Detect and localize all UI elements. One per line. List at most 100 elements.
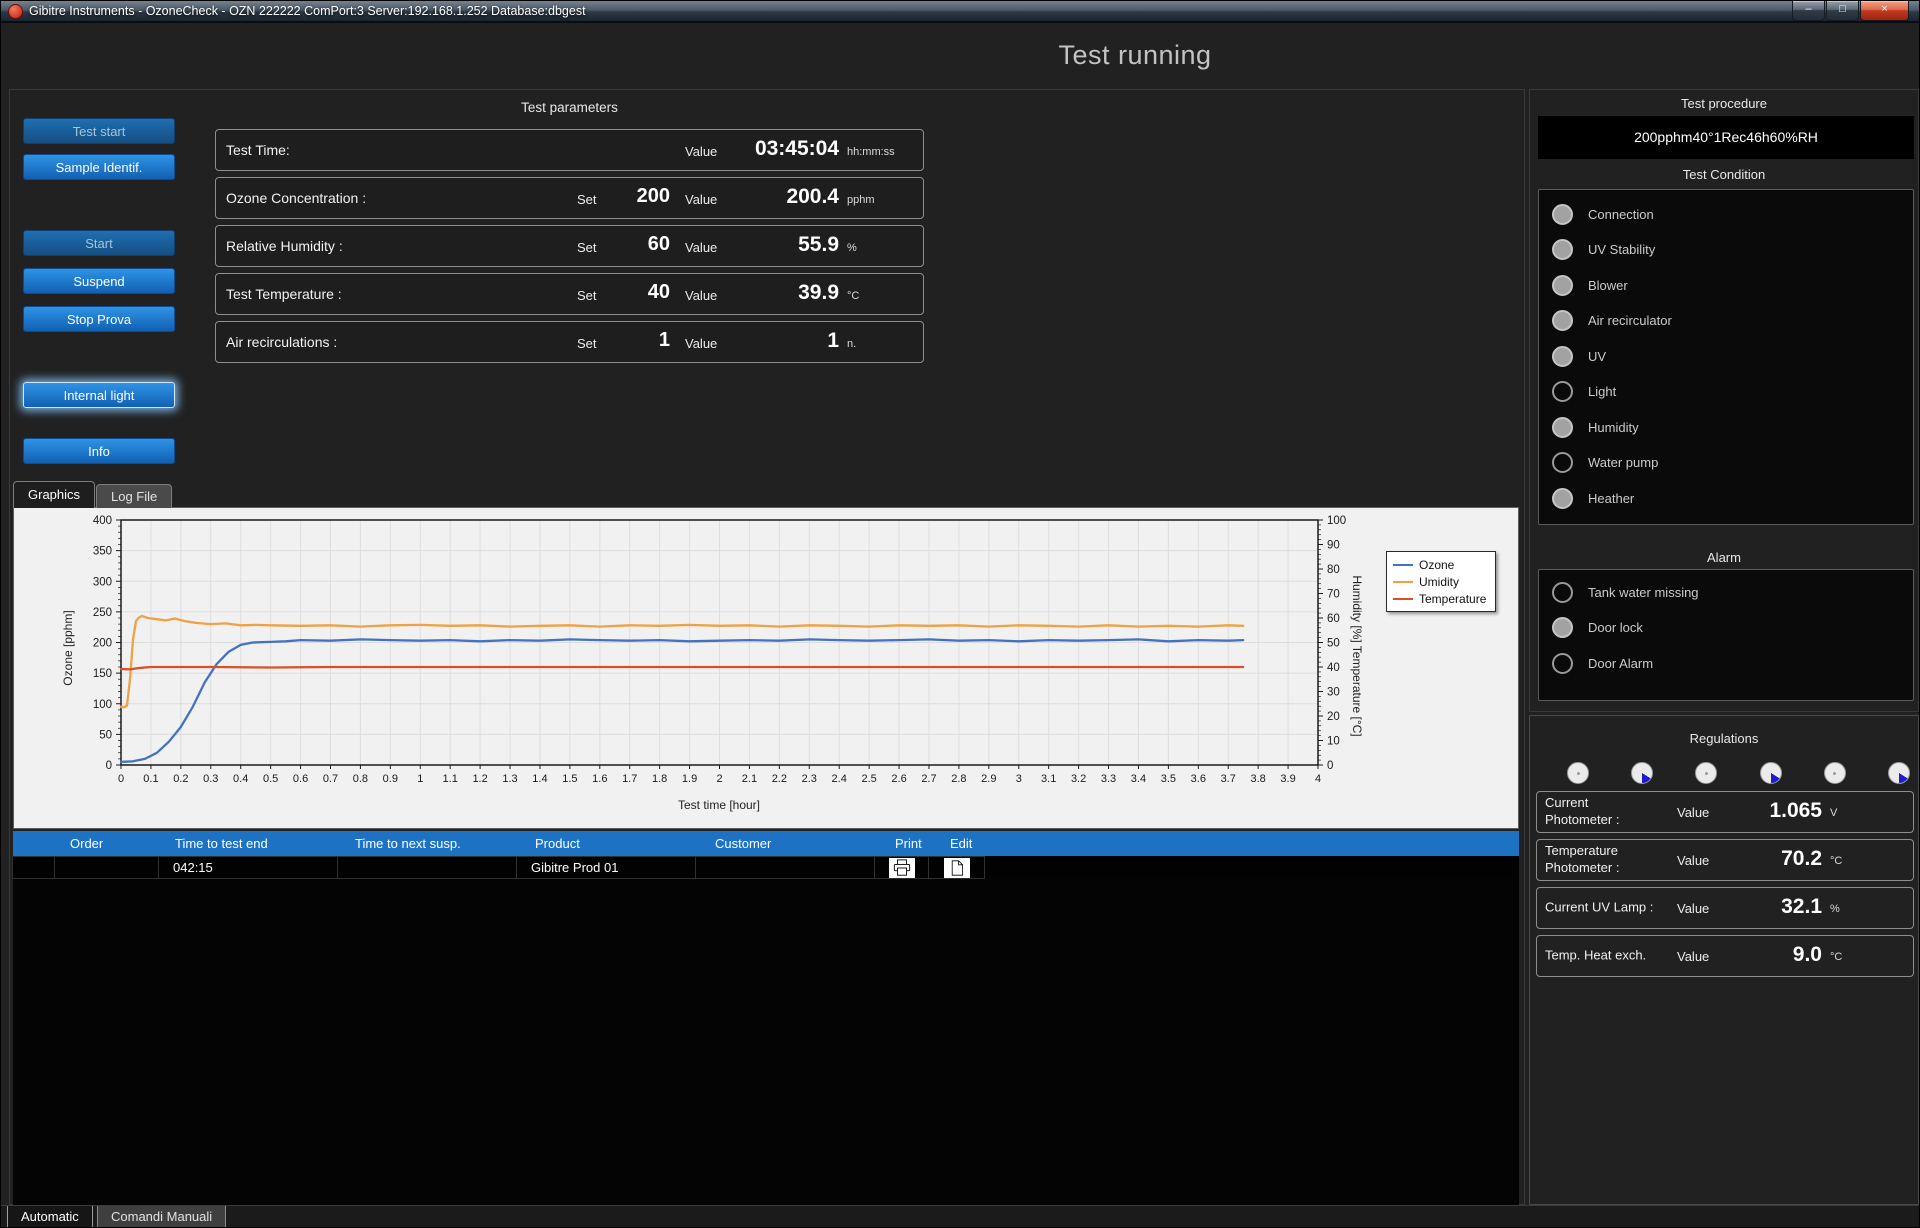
value: 55.9: [694, 233, 839, 257]
svg-text:2.9: 2.9: [981, 773, 996, 785]
series-ozone: [121, 639, 1243, 762]
condition-indicator-icon: [1552, 381, 1573, 402]
alarm-label: Tank water missing: [1588, 585, 1699, 600]
condition-indicator-icon: [1552, 275, 1573, 296]
svg-text:1.9: 1.9: [682, 773, 697, 785]
gauge-dot-icon: [1705, 772, 1708, 775]
unit: °C: [847, 290, 859, 302]
bottom-tab-bar: AutomaticComandi Manuali: [1, 1205, 1920, 1228]
svg-text:60: 60: [1327, 613, 1340, 625]
value-label: Value: [1677, 949, 1709, 964]
condition-item-humidity: Humidity: [1552, 415, 1639, 439]
condition-indicator-icon: [1552, 417, 1573, 438]
condition-item-connection: Connection: [1552, 202, 1654, 226]
test-procedure-title: Test procedure: [1531, 96, 1917, 111]
param-label: Air recirculations :: [226, 334, 337, 350]
app-logo-icon[interactable]: [8, 4, 23, 19]
legend-label: Ozone: [1419, 558, 1454, 572]
svg-text:2.7: 2.7: [921, 773, 936, 785]
tab-graphics[interactable]: Graphics: [13, 481, 95, 508]
svg-text:250: 250: [93, 607, 112, 619]
chart-legend: OzoneUmidityTemperature: [1386, 551, 1496, 612]
table-empty-area: [13, 879, 1519, 1205]
svg-text:0.7: 0.7: [323, 773, 338, 785]
svg-text:3.1: 3.1: [1041, 773, 1056, 785]
svg-text:1: 1: [417, 773, 423, 785]
alarm-item-door-alarm: Door Alarm: [1552, 651, 1653, 675]
svg-text:1.5: 1.5: [562, 773, 577, 785]
header-cell-time-to-next-susp: Time to next susp.: [341, 831, 521, 856]
regulation-row-temperature-photometer: Temperature Photometer :Value70.2°C: [1536, 839, 1914, 881]
header-cell-order: Order: [56, 831, 161, 856]
value: 1: [694, 329, 839, 353]
window-title: Gibitre Instruments - OzoneCheck - OZN 2…: [29, 4, 586, 18]
svg-text:2.4: 2.4: [832, 773, 847, 785]
condition-label: Air recirculator: [1588, 313, 1672, 328]
start-button[interactable]: Start: [23, 230, 175, 256]
value: 9.0: [1712, 943, 1822, 967]
bottom-tab-automatic[interactable]: Automatic: [7, 1206, 93, 1228]
internal-light-button[interactable]: Internal light: [23, 382, 175, 408]
svg-text:0.1: 0.1: [143, 773, 158, 785]
svg-text:0.2: 0.2: [173, 773, 188, 785]
condition-indicator-icon: [1552, 204, 1573, 225]
unit: pphm: [847, 194, 875, 206]
cell-blank: [12, 856, 55, 879]
ozonecheck-window: Gibitre Instruments - OzoneCheck - OZN 2…: [0, 0, 1920, 1228]
cell-customer: [695, 856, 875, 879]
restore-button[interactable]: □: [1826, 1, 1859, 21]
regulation-row-current-uv-lamp: Current UV Lamp :Value32.1%: [1536, 887, 1914, 929]
param-row-test-time: Test Time:Value03:45:04hh:mm:ss: [215, 129, 924, 171]
test-start-button[interactable]: Test start: [23, 118, 175, 144]
header-cell-product: Product: [521, 831, 701, 856]
condition-label: Water pump: [1588, 455, 1658, 470]
value: 32.1: [1712, 895, 1822, 919]
svg-text:3.5: 3.5: [1161, 773, 1176, 785]
close-button[interactable]: ×: [1860, 1, 1909, 21]
svg-text:0.5: 0.5: [263, 773, 278, 785]
condition-label: UV Stability: [1588, 242, 1655, 257]
bottom-tab-comandi-manuali[interactable]: Comandi Manuali: [97, 1206, 226, 1228]
svg-text:10: 10: [1327, 736, 1340, 748]
svg-text:0.9: 0.9: [383, 773, 398, 785]
alarm-label: Door lock: [1588, 620, 1643, 635]
minimize-button[interactable]: –: [1792, 1, 1825, 21]
param-row-ozone-concentration: Ozone Concentration :Set200Value200.4pph…: [215, 177, 924, 219]
value: 70.2: [1712, 847, 1822, 871]
set-value: 40: [594, 281, 670, 304]
cell-product: Gibitre Prod 01: [516, 856, 696, 879]
svg-text:1.7: 1.7: [622, 773, 637, 785]
printer-icon: [892, 859, 912, 877]
alarm-indicator-icon: [1552, 582, 1573, 603]
info-button[interactable]: Info: [23, 438, 175, 464]
suspend-button[interactable]: Suspend: [23, 268, 175, 294]
legend-line-icon: [1393, 564, 1413, 566]
chart-ylabel-right: Humidity [%] Temperature [°C]: [1350, 549, 1364, 763]
edit-button-cell[interactable]: [928, 856, 985, 879]
test-parameters-title: Test parameters: [215, 100, 924, 115]
tab-log-file[interactable]: Log File: [96, 484, 172, 508]
stop-prova-button[interactable]: Stop Prova: [23, 306, 175, 332]
svg-text:2.3: 2.3: [802, 773, 817, 785]
edit-button[interactable]: [944, 858, 970, 878]
legend-line-icon: [1393, 598, 1413, 600]
alarm-indicator-icon: [1552, 653, 1573, 674]
legend-line-icon: [1393, 581, 1413, 583]
svg-text:3: 3: [1016, 773, 1022, 785]
svg-text:4: 4: [1315, 773, 1321, 785]
value: 03:45:04: [694, 137, 839, 161]
set-value: 1: [594, 329, 670, 352]
sample-identif-button[interactable]: Sample Identif.: [23, 154, 175, 180]
chart-panel: 00.10.20.30.40.50.60.70.80.911.11.21.31.…: [13, 507, 1519, 829]
header-cell-print: Print: [881, 831, 936, 856]
unit: %: [847, 242, 857, 254]
svg-text:0.3: 0.3: [203, 773, 218, 785]
svg-text:1.6: 1.6: [592, 773, 607, 785]
header-cell-time-to-test-end: Time to test end: [161, 831, 341, 856]
param-row-test-temperature: Test Temperature :Set40Value39.9°C: [215, 273, 924, 315]
gauge-dot-icon: [1577, 772, 1580, 775]
print-button-cell[interactable]: [874, 856, 929, 879]
svg-text:200: 200: [93, 638, 112, 650]
print-button[interactable]: [889, 858, 915, 878]
svg-text:1.3: 1.3: [502, 773, 517, 785]
